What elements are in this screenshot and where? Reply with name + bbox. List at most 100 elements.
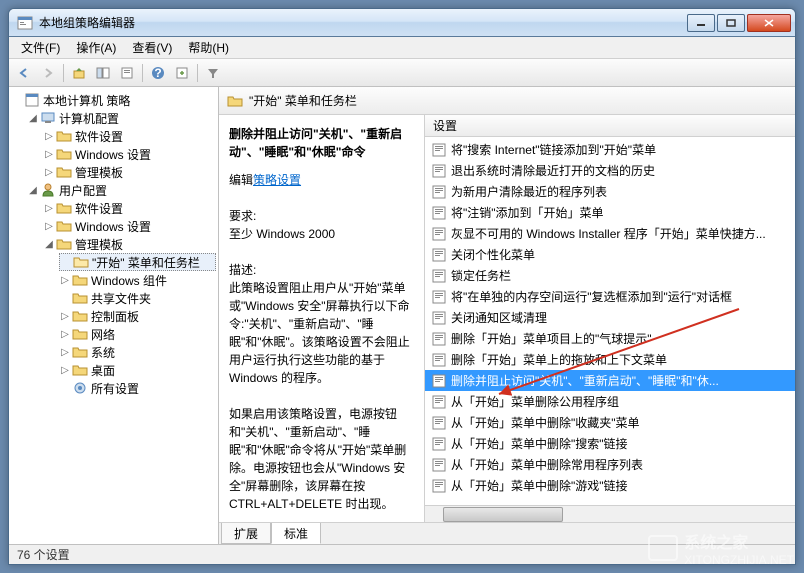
folder-icon bbox=[56, 200, 72, 216]
setting-row[interactable]: 关闭通知区域清理 bbox=[425, 307, 795, 328]
tree-shared-folders[interactable]: 共享文件夹 bbox=[59, 289, 216, 307]
scrollbar-thumb[interactable] bbox=[443, 507, 563, 522]
setting-icon bbox=[431, 310, 447, 326]
setting-row[interactable]: 将"注销"添加到「开始」菜单 bbox=[425, 202, 795, 223]
description-text-2: 如果启用该策略设置，电源按钮和"关机"、"重新启动"、"睡眠"和"休眠"命令将从… bbox=[229, 405, 414, 513]
setting-icon bbox=[431, 226, 447, 242]
menu-action[interactable]: 操作(A) bbox=[68, 37, 124, 58]
setting-label: 将"搜索 Internet"链接添加到"开始"菜单 bbox=[451, 141, 656, 158]
setting-row[interactable]: 为新用户清除最近的程序列表 bbox=[425, 181, 795, 202]
setting-icon bbox=[431, 247, 447, 263]
horizontal-scrollbar[interactable] bbox=[425, 505, 795, 522]
tree-uc-windows[interactable]: ▷Windows 设置 bbox=[43, 217, 216, 235]
window-title: 本地组策略编辑器 bbox=[39, 14, 687, 31]
folder-icon bbox=[56, 146, 72, 162]
maximize-button[interactable] bbox=[717, 14, 745, 32]
setting-row[interactable]: 从「开始」菜单删除公用程序组 bbox=[425, 391, 795, 412]
setting-row[interactable]: 删除「开始」菜单项目上的"气球提示" bbox=[425, 328, 795, 349]
setting-icon bbox=[431, 415, 447, 431]
tree-all-settings[interactable]: 所有设置 bbox=[59, 379, 216, 397]
setting-icon bbox=[431, 331, 447, 347]
setting-label: 删除「开始」菜单项目上的"气球提示" bbox=[451, 330, 652, 347]
setting-label: 灰显不可用的 Windows Installer 程序「开始」菜单快捷方... bbox=[451, 225, 766, 242]
content-title: "开始" 菜单和任务栏 bbox=[249, 92, 357, 109]
edit-policy-link[interactable]: 策略设置 bbox=[253, 173, 301, 187]
tree-uc-software[interactable]: ▷软件设置 bbox=[43, 199, 216, 217]
close-button[interactable] bbox=[747, 14, 791, 32]
setting-icon bbox=[431, 142, 447, 158]
back-button[interactable] bbox=[13, 62, 35, 84]
setting-label: 将"在单独的内存空间运行"复选框添加到"运行"对话框 bbox=[451, 288, 732, 305]
toolbar: ? bbox=[9, 59, 795, 87]
folder-icon bbox=[72, 362, 88, 378]
app-icon bbox=[17, 15, 33, 31]
tab-extended[interactable]: 扩展 bbox=[221, 523, 271, 544]
description-label: 描述: bbox=[229, 261, 414, 279]
titlebar: 本地组策略编辑器 bbox=[9, 9, 795, 37]
tree-cc-admin[interactable]: ▷管理模板 bbox=[43, 163, 216, 181]
tree-network[interactable]: ▷网络 bbox=[59, 325, 216, 343]
setting-row[interactable]: 从「开始」菜单中删除"游戏"链接 bbox=[425, 475, 795, 496]
help-button[interactable]: ? bbox=[147, 62, 169, 84]
show-hide-tree-button[interactable] bbox=[92, 62, 114, 84]
setting-label: 退出系统时清除最近打开的文档的历史 bbox=[451, 162, 655, 179]
tree-uc-admin[interactable]: ◢管理模板 bbox=[43, 235, 216, 253]
tree-start-taskbar[interactable]: "开始" 菜单和任务栏 bbox=[59, 253, 216, 271]
setting-row[interactable]: 从「开始」菜单中删除"收藏夹"菜单 bbox=[425, 412, 795, 433]
setting-icon bbox=[431, 205, 447, 221]
requirements-text: 至少 Windows 2000 bbox=[229, 225, 414, 243]
setting-row[interactable]: 退出系统时清除最近打开的文档的历史 bbox=[425, 160, 795, 181]
setting-row[interactable]: 关闭个性化菜单 bbox=[425, 244, 795, 265]
computer-icon bbox=[40, 110, 56, 126]
setting-icon bbox=[431, 268, 447, 284]
export-button[interactable] bbox=[171, 62, 193, 84]
menu-view[interactable]: 查看(V) bbox=[124, 37, 180, 58]
setting-row[interactable]: 灰显不可用的 Windows Installer 程序「开始」菜单快捷方... bbox=[425, 223, 795, 244]
tree-pane[interactable]: 本地计算机 策略 ◢计算机配置 ▷软件设置 ▷Windows 设置 ▷管理模板 … bbox=[9, 87, 219, 544]
tree-cc-windows[interactable]: ▷Windows 设置 bbox=[43, 145, 216, 163]
setting-label: 从「开始」菜单中删除"收藏夹"菜单 bbox=[451, 414, 640, 431]
setting-row[interactable]: 将"在单独的内存空间运行"复选框添加到"运行"对话框 bbox=[425, 286, 795, 307]
tree-control-panel[interactable]: ▷控制面板 bbox=[59, 307, 216, 325]
setting-label: 关闭个性化菜单 bbox=[451, 246, 535, 263]
settings-list[interactable]: 将"搜索 Internet"链接添加到"开始"菜单退出系统时清除最近打开的文档的… bbox=[425, 137, 795, 505]
setting-label: 从「开始」菜单中删除常用程序列表 bbox=[451, 456, 643, 473]
setting-label: 锁定任务栏 bbox=[451, 267, 511, 284]
menubar: 文件(F) 操作(A) 查看(V) 帮助(H) bbox=[9, 37, 795, 59]
setting-icon bbox=[431, 184, 447, 200]
setting-icon bbox=[431, 478, 447, 494]
setting-label: 关闭通知区域清理 bbox=[451, 309, 547, 326]
setting-label: 从「开始」菜单中删除"搜索"链接 bbox=[451, 435, 628, 452]
setting-label: 从「开始」菜单中删除"游戏"链接 bbox=[451, 477, 628, 494]
setting-label: 将"注销"添加到「开始」菜单 bbox=[451, 204, 604, 221]
tree-user-config[interactable]: ◢用户配置 bbox=[27, 181, 216, 199]
setting-icon bbox=[431, 373, 447, 389]
tree-cc-software[interactable]: ▷软件设置 bbox=[43, 127, 216, 145]
filter-button[interactable] bbox=[202, 62, 224, 84]
setting-row[interactable]: 删除「开始」菜单上的拖放和上下文菜单 bbox=[425, 349, 795, 370]
tree-system[interactable]: ▷系统 bbox=[59, 343, 216, 361]
menu-file[interactable]: 文件(F) bbox=[13, 37, 68, 58]
tree-desktop[interactable]: ▷桌面 bbox=[59, 361, 216, 379]
tab-standard[interactable]: 标准 bbox=[271, 523, 321, 544]
folder-icon bbox=[72, 308, 88, 324]
description-text-1: 此策略设置阻止用户从"开始"菜单或"Windows 安全"屏幕执行以下命令:"关… bbox=[229, 279, 414, 387]
properties-button[interactable] bbox=[116, 62, 138, 84]
tree-computer-config[interactable]: ◢计算机配置 bbox=[27, 109, 216, 127]
setting-row[interactable]: 删除并阻止访问"关机"、"重新启动"、"睡眠"和"休... bbox=[425, 370, 795, 391]
tree-root[interactable]: 本地计算机 策略 bbox=[11, 91, 216, 109]
forward-button[interactable] bbox=[37, 62, 59, 84]
setting-row[interactable]: 从「开始」菜单中删除"搜索"链接 bbox=[425, 433, 795, 454]
view-tabs: 扩展 标准 bbox=[219, 522, 795, 544]
column-header-settings[interactable]: 设置 bbox=[425, 115, 795, 137]
requirements-label: 要求: bbox=[229, 207, 414, 225]
setting-icon bbox=[431, 163, 447, 179]
minimize-button[interactable] bbox=[687, 14, 715, 32]
menu-help[interactable]: 帮助(H) bbox=[180, 37, 237, 58]
setting-row[interactable]: 将"搜索 Internet"链接添加到"开始"菜单 bbox=[425, 139, 795, 160]
up-button[interactable] bbox=[68, 62, 90, 84]
setting-label: 删除并阻止访问"关机"、"重新启动"、"睡眠"和"休... bbox=[451, 372, 719, 389]
setting-row[interactable]: 锁定任务栏 bbox=[425, 265, 795, 286]
tree-win-components[interactable]: ▷Windows 组件 bbox=[59, 271, 216, 289]
setting-row[interactable]: 从「开始」菜单中删除常用程序列表 bbox=[425, 454, 795, 475]
